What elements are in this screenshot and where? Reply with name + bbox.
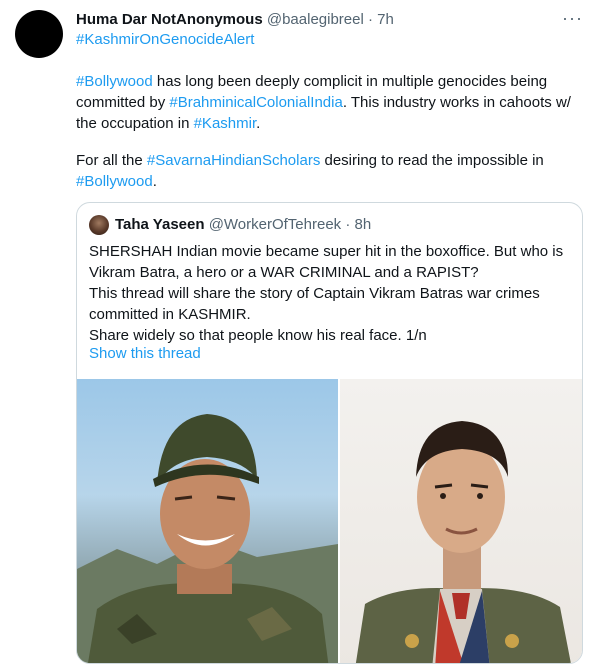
tweet-header: Huma Dar NotAnonymous @baalegibreel · 7h <box>76 10 394 30</box>
quoted-text-line: SHERSHAH Indian movie became super hit i… <box>89 243 564 260</box>
hashtag-link[interactable]: #KashmirOnGenocideAlert <box>76 31 254 48</box>
body-line: For all the #SavarnaHindianScholars desi… <box>76 151 544 171</box>
quoted-tweet[interactable]: Taha Yaseen @WorkerOfTehreek · 8h SHERSH… <box>76 202 583 664</box>
quoted-avatar <box>89 215 109 235</box>
quoted-photo-right[interactable] <box>340 379 582 663</box>
quoted-text-line: Share widely so that people know his rea… <box>89 327 427 344</box>
body-text: . This industry works in cahoots w/ <box>342 94 571 111</box>
quoted-photo-left[interactable] <box>77 379 338 663</box>
separator: · <box>368 11 373 28</box>
avatar[interactable] <box>15 10 63 58</box>
more-options-icon[interactable]: ··· <box>562 8 583 29</box>
body-line: #Bollywood. <box>76 172 157 192</box>
body-line: committed by #BrahminicalColonialIndia. … <box>76 93 571 113</box>
body-text: the occupation in <box>76 115 194 132</box>
body-text: has long been deeply complicit in multip… <box>152 73 548 90</box>
show-thread-link[interactable]: Show this thread <box>89 345 201 362</box>
quoted-handle: @WorkerOfTehreek <box>208 216 342 233</box>
hashtag-line: #KashmirOnGenocideAlert <box>76 30 254 50</box>
timestamp[interactable]: 7h <box>377 11 394 28</box>
hashtag-link[interactable]: #Bollywood <box>76 73 153 90</box>
separator: · <box>345 216 351 233</box>
quoted-header: Taha Yaseen @WorkerOfTehreek · 8h <box>115 215 371 235</box>
body-line: the occupation in #Kashmir. <box>76 114 260 134</box>
quoted-text-line: committed in KASHMIR. <box>89 306 251 323</box>
body-line: #Bollywood has long been deeply complici… <box>76 72 547 92</box>
hashtag-link[interactable]: #SavarnaHindianScholars <box>147 152 320 169</box>
quoted-text-line: Vikram Batra, a hero or a WAR CRIMINAL a… <box>89 264 479 281</box>
hashtag-link[interactable]: #Kashmir <box>194 115 257 132</box>
hashtag-link[interactable]: #BrahminicalColonialIndia <box>169 94 342 111</box>
hashtag-link[interactable]: #Bollywood <box>76 173 153 190</box>
quoted-display-name: Taha Yaseen <box>115 216 205 233</box>
body-text: committed by <box>76 94 170 111</box>
display-name[interactable]: Huma Dar NotAnonymous <box>76 11 263 28</box>
quoted-timestamp: 8h <box>354 216 372 233</box>
handle[interactable]: @baalegibreel <box>267 11 364 28</box>
quoted-text-line: This thread will share the story of Capt… <box>89 285 540 302</box>
body-text: desiring to read the impossible in <box>320 152 544 169</box>
body-text: . <box>152 173 157 190</box>
body-text: . <box>256 115 261 132</box>
body-text: For all the <box>76 152 147 169</box>
